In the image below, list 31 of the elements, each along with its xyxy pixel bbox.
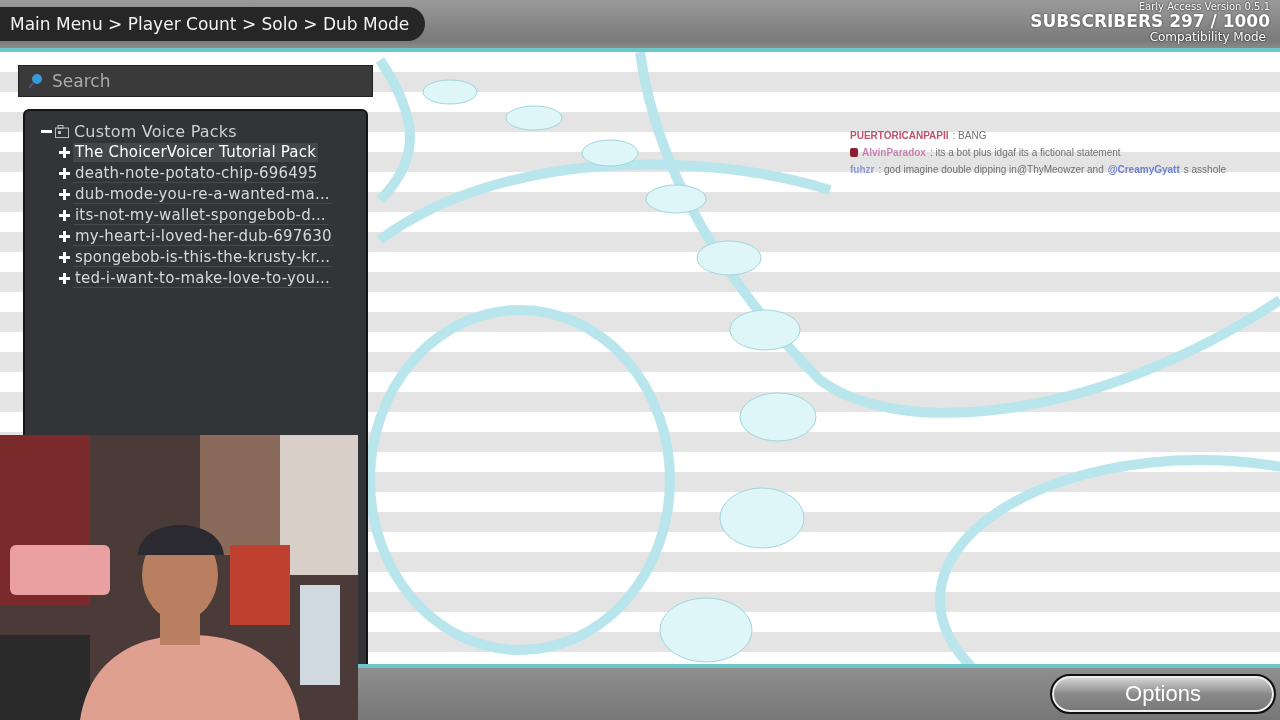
expand-icon[interactable] <box>59 147 70 158</box>
chat-message: : BANG <box>952 130 987 141</box>
version-label: Early Access Version 0.5.1 <box>1138 1 1270 12</box>
mode-label: Compatibility Mode <box>1149 30 1266 44</box>
tree-item[interactable]: my-heart-i-loved-her-dub-697630 <box>73 227 334 246</box>
chat-username: fuhzr <box>850 164 875 175</box>
tree-item[interactable]: The ChoicerVoicer Tutorial Pack <box>73 143 319 162</box>
expand-icon[interactable] <box>59 231 70 242</box>
search-field[interactable]: Search <box>18 65 373 97</box>
expand-icon[interactable] <box>59 252 70 263</box>
chat-username: PUERTORICANPAPII <box>850 130 949 141</box>
tree-item[interactable]: Custom Voice Packs <box>72 122 239 141</box>
expand-icon[interactable] <box>59 273 70 284</box>
chat-username: AlvinParadox <box>862 147 926 158</box>
chat-mention: @CreamyGyatt <box>1107 164 1180 175</box>
breadcrumb: Main Menu > Player Count > Solo > Dub Mode <box>0 7 426 41</box>
chat-message: : its a bot plus idgaf its a fictional statement <box>929 147 1121 158</box>
search-icon <box>28 73 44 89</box>
tree-item[interactable]: death-note-potato-chip-696495 <box>73 164 320 183</box>
chat-message: : god imagine double dipping in@ThyMeowzer and <box>878 164 1104 175</box>
folder-icon <box>55 125 69 138</box>
chat-message: s asshole <box>1183 164 1226 175</box>
badge-icon <box>850 148 858 157</box>
tree-item[interactable]: spongebob-is-this-the-krusty-kr... <box>73 248 333 267</box>
tree-item[interactable]: dub-mode-you-re-a-wanted-ma... <box>73 185 332 204</box>
tree-item[interactable]: ted-i-want-to-make-love-to-you... <box>73 269 333 288</box>
expand-icon[interactable] <box>59 210 70 221</box>
expand-icon[interactable] <box>59 189 70 200</box>
subscriber-counter: SUBSCRIBERS 297 / 1000 <box>1030 12 1270 30</box>
tree-item[interactable]: its-not-my-wallet-spongebob-d... <box>73 206 328 225</box>
expand-icon[interactable] <box>59 168 70 179</box>
